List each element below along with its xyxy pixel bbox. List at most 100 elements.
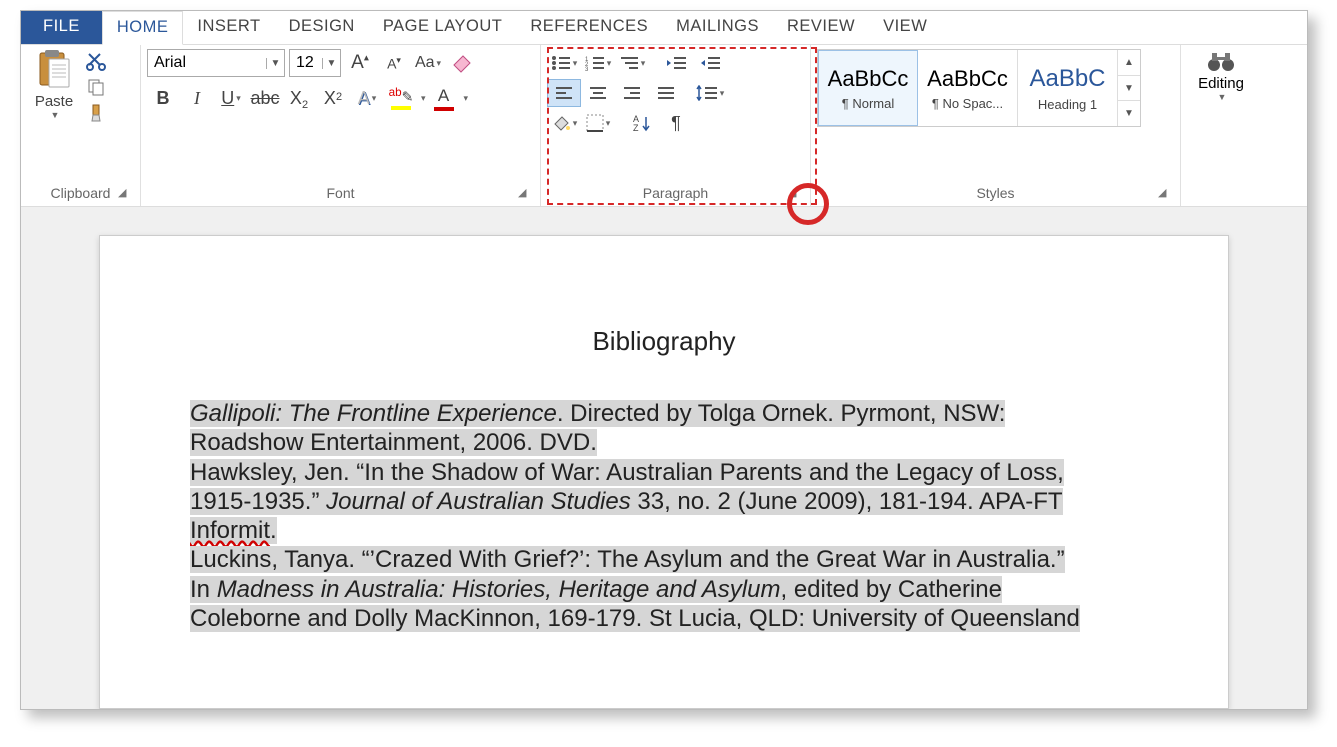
- clear-formatting-button[interactable]: [447, 49, 477, 77]
- tab-review[interactable]: REVIEW: [773, 11, 869, 44]
- subscript-icon: X2: [290, 88, 308, 109]
- style-name: ¶ Normal: [842, 96, 895, 111]
- caret-down-icon: ▾: [607, 58, 612, 69]
- justify-icon: [656, 85, 676, 101]
- align-left-button[interactable]: [547, 79, 581, 107]
- clipboard-launcher[interactable]: ◢: [118, 186, 132, 200]
- multilevel-icon: [619, 55, 639, 71]
- binoculars-icon: [1207, 49, 1235, 73]
- text-selected: Hawksley, Jen. “In the Shadow of War: Au…: [190, 459, 1064, 486]
- italic-icon: I: [194, 88, 200, 109]
- paste-button[interactable]: Paste ▼: [27, 49, 81, 120]
- copy-icon: [86, 77, 106, 97]
- tab-references[interactable]: REFERENCES: [516, 11, 662, 44]
- text-selected: . Directed by Tolga Ornek. Pyrmont, NSW:: [557, 400, 1006, 427]
- tab-home[interactable]: HOME: [102, 11, 184, 45]
- style-normal[interactable]: AaBbCc ¶ Normal: [818, 50, 918, 126]
- group-label-paragraph: Paragraph: [643, 185, 708, 201]
- cut-button[interactable]: [81, 49, 111, 73]
- italic-button[interactable]: I: [181, 83, 213, 113]
- text-selected: , edited by Catherine: [780, 576, 1001, 603]
- chevron-down-icon[interactable]: ▼: [266, 58, 284, 69]
- tab-view[interactable]: VIEW: [869, 11, 941, 44]
- format-painter-button[interactable]: [81, 101, 111, 125]
- tab-design[interactable]: DESIGN: [275, 11, 369, 44]
- tab-mailings[interactable]: MAILINGS: [662, 11, 773, 44]
- text-selected: Madness in Australia: Histories, Heritag…: [217, 576, 781, 603]
- caret-down-icon[interactable]: ▾: [464, 93, 469, 104]
- tab-page-layout[interactable]: PAGE LAYOUT: [369, 11, 517, 44]
- text-effects-button[interactable]: A▾: [351, 83, 383, 113]
- indent-icon: [699, 55, 721, 71]
- svg-text:Z: Z: [633, 123, 639, 132]
- bold-button[interactable]: B: [147, 83, 179, 113]
- shrink-font-button[interactable]: A▾: [379, 49, 409, 77]
- highlight-icon: ab✎: [389, 86, 414, 106]
- underline-button[interactable]: U▾: [215, 83, 247, 113]
- shading-button[interactable]: ▾: [547, 109, 581, 137]
- chevron-down-icon[interactable]: ▼: [322, 58, 340, 69]
- gallery-expand-button[interactable]: ▼: [1118, 101, 1140, 126]
- numbering-button[interactable]: 123▾: [581, 49, 615, 77]
- styles-launcher[interactable]: ◢: [1158, 186, 1172, 200]
- caret-down-icon[interactable]: ▾: [421, 93, 426, 104]
- find-button[interactable]: Editing ▼: [1197, 49, 1245, 102]
- group-font: ▼ ▼ A▴ A▾ Aa▾ B I U▾: [141, 45, 541, 206]
- font-color-button[interactable]: A: [428, 83, 460, 113]
- decrease-indent-button[interactable]: [659, 49, 693, 77]
- bibliography-entry[interactable]: Hawksley, Jen. “In the Shadow of War: Au…: [190, 458, 1138, 546]
- font-name-input[interactable]: [148, 50, 266, 76]
- align-center-button[interactable]: [581, 79, 615, 107]
- style-heading1[interactable]: AaBbC Heading 1: [1018, 50, 1118, 126]
- line-spacing-icon: [696, 85, 718, 101]
- word-window: FILE HOME INSERT DESIGN PAGE LAYOUT REFE…: [20, 10, 1308, 710]
- strikethrough-icon: abc: [250, 88, 279, 109]
- paint-bucket-icon: [551, 114, 571, 132]
- borders-button[interactable]: ▾: [581, 109, 615, 137]
- strikethrough-button[interactable]: abc: [249, 83, 281, 113]
- align-center-icon: [588, 85, 608, 101]
- group-clipboard: Paste ▼ Clipboard ◢: [21, 45, 141, 206]
- highlight-button[interactable]: ab✎: [385, 83, 417, 113]
- text-spelling-error: Informit: [190, 517, 270, 544]
- group-editing: Editing ▼: [1181, 45, 1261, 206]
- sort-button[interactable]: AZ: [625, 109, 659, 137]
- superscript-icon: X2: [324, 88, 342, 109]
- copy-button[interactable]: [81, 75, 111, 99]
- grow-font-button[interactable]: A▴: [345, 49, 375, 77]
- align-right-button[interactable]: [615, 79, 649, 107]
- text-selected: Roadshow Entertainment, 2006. DVD.: [190, 429, 597, 456]
- pilcrow-icon: ¶: [671, 113, 681, 134]
- borders-icon: [586, 114, 604, 132]
- clipboard-icon: [35, 49, 73, 91]
- multilevel-list-button[interactable]: ▾: [615, 49, 649, 77]
- caret-down-icon: ▼: [1218, 92, 1227, 102]
- tab-insert[interactable]: INSERT: [183, 11, 274, 44]
- line-spacing-button[interactable]: ▾: [693, 79, 727, 107]
- font-launcher[interactable]: ◢: [518, 186, 532, 200]
- bibliography-entry[interactable]: Luckins, Tanya. “’Crazed With Grief?’: T…: [190, 545, 1138, 633]
- show-hide-button[interactable]: ¶: [659, 109, 693, 137]
- ribbon-tabs: FILE HOME INSERT DESIGN PAGE LAYOUT REFE…: [21, 11, 1307, 45]
- paragraph-launcher[interactable]: ◢: [788, 186, 802, 200]
- caret-down-icon: ▾: [606, 118, 611, 129]
- bibliography-entry[interactable]: Gallipoli: The Frontline Experience. Dir…: [190, 399, 1138, 458]
- tab-file[interactable]: FILE: [21, 11, 102, 44]
- change-case-button[interactable]: Aa▾: [413, 49, 443, 77]
- font-size-combo[interactable]: ▼: [289, 49, 341, 77]
- scissors-icon: [86, 51, 106, 71]
- doc-title: Bibliography: [190, 326, 1138, 357]
- increase-indent-button[interactable]: [693, 49, 727, 77]
- font-size-input[interactable]: [290, 50, 322, 76]
- gallery-down-button[interactable]: ▼: [1118, 76, 1140, 102]
- justify-button[interactable]: [649, 79, 683, 107]
- editing-label: Editing: [1198, 75, 1244, 92]
- bullets-button[interactable]: ▾: [547, 49, 581, 77]
- gallery-up-button[interactable]: ▲: [1118, 50, 1140, 76]
- caret-down-icon: ▾: [372, 93, 377, 104]
- document-area[interactable]: Bibliography Gallipoli: The Frontline Ex…: [21, 207, 1307, 709]
- font-name-combo[interactable]: ▼: [147, 49, 285, 77]
- style-no-spacing[interactable]: AaBbCc ¶ No Spac...: [918, 50, 1018, 126]
- superscript-button[interactable]: X2: [317, 83, 349, 113]
- subscript-button[interactable]: X2: [283, 83, 315, 113]
